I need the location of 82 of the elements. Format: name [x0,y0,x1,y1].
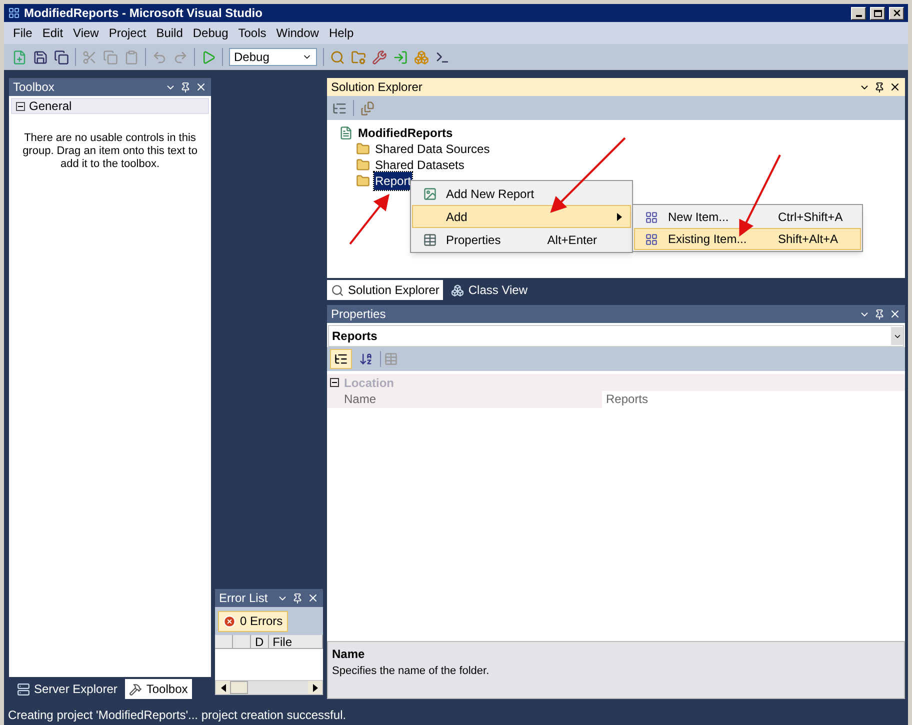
save-icon[interactable] [33,50,48,64]
menu-item[interactable]: New Item... Ctrl+Shift+A [634,206,861,228]
menu-item[interactable]: Properties Alt+Enter [412,228,631,251]
close-icon [892,8,902,18]
maximize-button[interactable] [870,6,885,20]
tree-item[interactable]: Shared Datasets [374,156,466,174]
close-icon[interactable] [889,81,901,93]
close-icon[interactable] [889,308,901,320]
folder-icon [356,174,370,188]
panel-title: Toolbox [13,79,56,96]
folder-icon [356,142,370,156]
horizontal-scrollbar[interactable] [215,680,323,695]
menu-item[interactable]: View [68,24,104,42]
description-text: Specifies the name of the folder. [332,664,490,679]
column-header[interactable]: File [268,635,323,648]
sort-icon [359,352,373,366]
property-name[interactable]: Name [327,391,602,408]
shortcut-text: Alt+Enter [547,232,598,248]
pin-icon[interactable] [874,82,885,92]
column-header[interactable]: D [251,635,269,648]
report-icon [422,186,436,200]
status-text: Creating project 'ModifiedReports'... project creation successful. [8,707,346,724]
object-dropdown[interactable]: Reports [328,325,904,347]
minimize-button[interactable] [851,6,866,20]
folder-icon [356,158,370,172]
panel-tab[interactable]: Server Explorer [13,679,122,699]
toolbox-group[interactable]: General [11,98,209,114]
show-files-icon[interactable] [360,100,375,116]
menu-item[interactable]: Help [324,24,359,42]
categorized-button[interactable] [330,349,352,369]
errors-button[interactable]: 0 Errors [218,610,288,632]
pin-icon[interactable] [874,308,885,320]
menu-item[interactable]: Add New Report [412,182,631,205]
configuration-dropdown[interactable]: Debug [229,48,317,66]
collapse-icon [330,378,339,387]
property-value[interactable]: Reports [602,391,905,408]
shortcut-text: Ctrl+Shift+A [778,209,844,226]
error-icon [223,614,236,628]
close-button[interactable] [889,6,904,20]
panel-tab[interactable]: Toolbox [125,679,192,699]
close-icon[interactable] [195,81,207,93]
group-label: General [29,98,72,115]
menu-item[interactable]: Add [412,205,631,228]
menu-item[interactable]: File [8,24,38,42]
category-label: Location [344,374,394,392]
description-title: Name [332,646,366,663]
scroll-left-icon [220,684,226,692]
item-icon [645,210,658,224]
close-icon[interactable] [307,592,319,604]
empty-message: There are no usable controls in this group. Drag an item onto this text to add it to the toolbox. [22,132,198,171]
menu-item[interactable]: Edit [37,24,68,42]
scroll-right-icon [312,684,318,692]
tree-item[interactable]: Shared Data Sources [374,140,491,158]
annotation-arrow [349,194,390,245]
collapse-icon [16,102,25,110]
menu-item[interactable]: Project [104,24,152,42]
app-icon [8,7,20,19]
pin-icon[interactable] [292,592,303,604]
menu-item[interactable]: Tools [233,24,272,42]
panel-title: Properties [331,306,387,323]
project-node[interactable]: ModifiedReports [358,124,453,142]
pin-icon[interactable] [180,82,191,92]
tree-item[interactable]: Report [374,172,412,190]
shortcut-text: Shift+Alt+A [778,231,840,248]
scroll-thumb[interactable] [230,681,248,694]
properties-icon [422,232,436,246]
panel-title: Error List [219,590,269,607]
panel-title: Solution Explorer [331,79,424,96]
properties-view-icon[interactable] [332,100,347,116]
start-icon[interactable] [201,50,216,64]
menu-item[interactable]: Build [151,24,188,42]
menu-item[interactable]: Existing Item... Shift+Alt+A [634,228,861,250]
menu-item[interactable]: Window [271,24,324,42]
project-icon [339,126,353,140]
categorized-icon [334,352,348,366]
terminal-icon[interactable] [435,50,450,64]
menu-item[interactable]: Debug [188,24,234,42]
panel-tab[interactable]: Solution Explorer [327,280,444,300]
item-icon [645,232,658,246]
panel-tab[interactable]: Class View [447,280,532,300]
save-all-icon[interactable] [54,50,69,64]
window-title: ModifiedReports - Microsoft Visual Studio [24,5,264,22]
